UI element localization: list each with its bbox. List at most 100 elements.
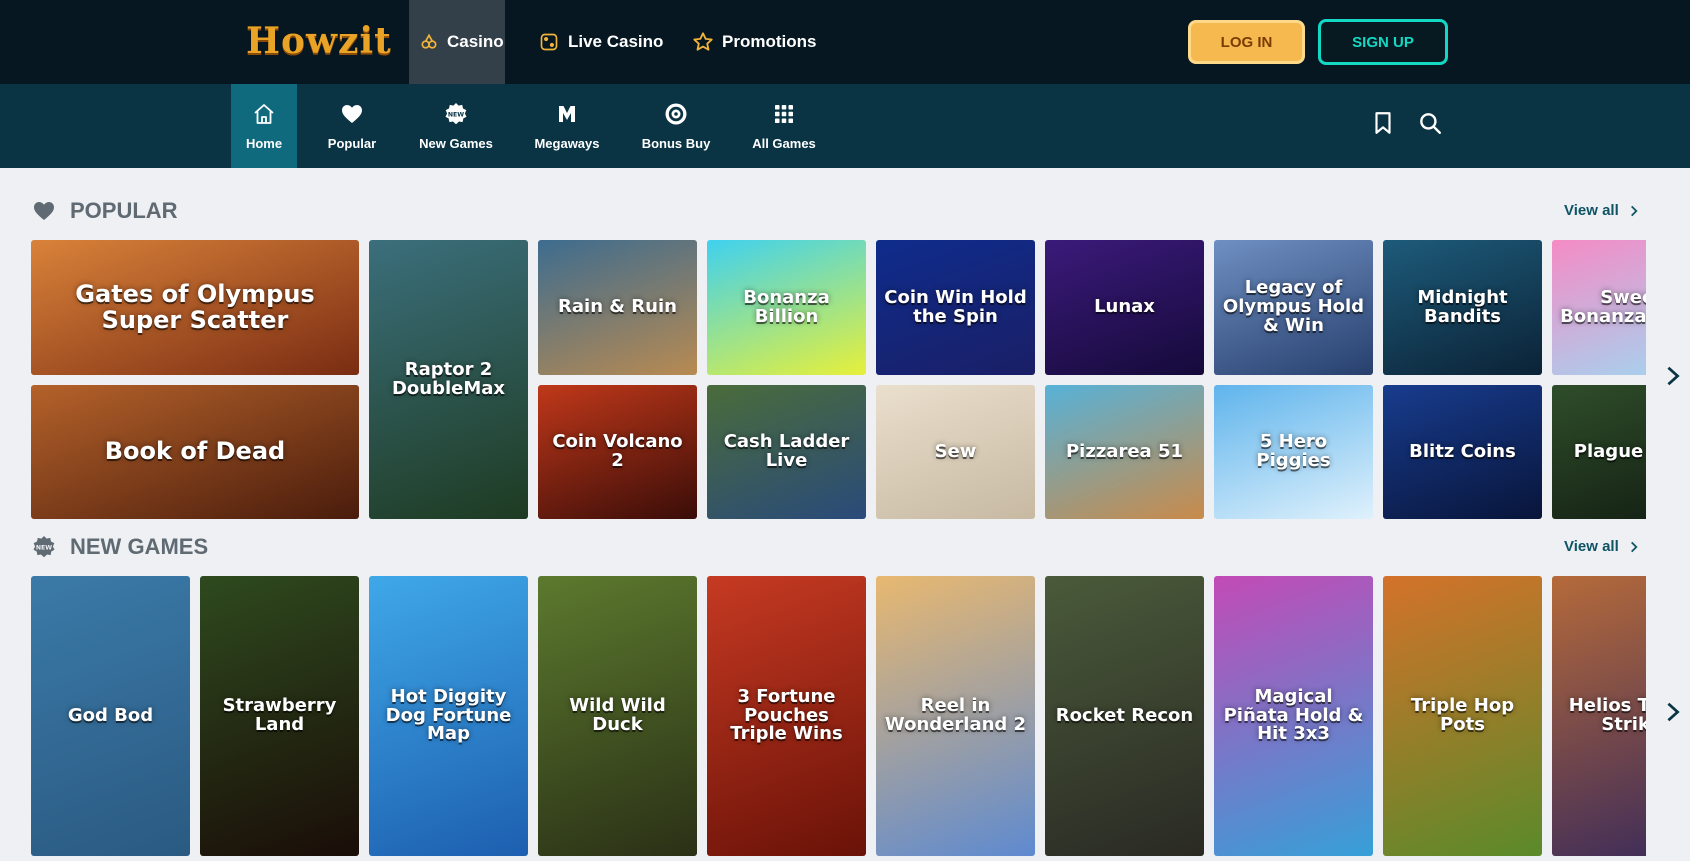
bonus-buy-icon: [665, 103, 687, 124]
game-tile[interactable]: Rain & Ruin: [538, 240, 697, 375]
game-title: Rain & Ruin: [558, 296, 677, 318]
game-tile[interactable]: Helios Triple Strike: [1552, 576, 1646, 856]
bookmark-icon[interactable]: [1370, 110, 1396, 136]
grid-icon: [775, 104, 793, 123]
game-title: Sweet Bonanza 1000: [1560, 286, 1646, 327]
popular-games-carousel: Gates of Olympus Super Scatter Raptor 2 D…: [31, 240, 1646, 520]
category-label: New Games: [419, 135, 493, 151]
game-tile[interactable]: Coin Volcano 2: [538, 385, 697, 519]
login-button[interactable]: LOG IN: [1188, 20, 1305, 64]
game-tile[interactable]: Bonanza Billion: [707, 240, 866, 375]
new-games-carousel: God Bod Strawberry Land Hot Diggity Dog Fo…: [31, 576, 1646, 856]
game-title: Gates of Olympus Super Scatter: [75, 280, 315, 334]
game-tile[interactable]: Lunax: [1045, 240, 1204, 375]
new-games-next-arrow[interactable]: [1659, 692, 1687, 732]
game-title: Magical Piñata Hold & Hit 3x3: [1223, 685, 1364, 745]
category-label: Bonus Buy: [641, 135, 711, 151]
popular-view-all[interactable]: View all: [1564, 202, 1641, 219]
category-label: Home: [245, 135, 283, 151]
game-title: Book of Dead: [104, 437, 286, 466]
view-all-label: View all: [1564, 202, 1619, 219]
category-label: All Games: [752, 135, 816, 151]
category-new-games[interactable]: NEW New Games: [414, 84, 498, 168]
dice-icon: [538, 31, 560, 53]
svg-text:NEW: NEW: [448, 111, 464, 118]
game-tile[interactable]: Coin Win Hold the Spin: [876, 240, 1035, 375]
game-tile[interactable]: Rocket Recon: [1045, 576, 1204, 856]
game-tile[interactable]: Sweet Bonanza 1000: [1552, 240, 1646, 375]
game-title: Sew: [934, 440, 977, 462]
game-tile[interactable]: Strawberry Land: [200, 576, 359, 856]
category-popular[interactable]: Popular: [320, 84, 384, 168]
category-megaways[interactable]: Megaways: [532, 84, 602, 168]
game-tile[interactable]: Hot Diggity Dog Fortune Map: [369, 576, 528, 856]
game-title: 5 Hero Piggies: [1256, 431, 1331, 471]
section-title: POPULAR: [70, 198, 178, 223]
game-tile[interactable]: Plague City: [1552, 385, 1646, 519]
chevron-right-icon: [1630, 541, 1638, 552]
section-title: NEW GAMES: [70, 534, 209, 559]
game-title: Legacy of Olympus Hold & Win: [1222, 277, 1365, 336]
star-icon: [692, 31, 714, 53]
casino-icon: [419, 31, 439, 53]
search-icon[interactable]: [1417, 110, 1443, 136]
game-tile[interactable]: Triple Hop Pots: [1383, 576, 1542, 856]
signup-button[interactable]: SIGN UP: [1318, 19, 1448, 65]
megaways-icon: [559, 105, 575, 122]
category-label: Popular: [327, 135, 377, 151]
game-title: Coin Volcano 2: [552, 431, 683, 471]
game-tile[interactable]: Cash Ladder Live: [707, 385, 866, 519]
game-title: 3 Fortune Pouches Triple Wins: [730, 685, 843, 745]
game-title: Raptor 2 DoubleMax: [391, 358, 506, 399]
game-tile[interactable]: Midnight Bandits: [1383, 240, 1542, 375]
game-tile[interactable]: Raptor 2 DoubleMax: [369, 240, 528, 519]
game-tile[interactable]: 5 Hero Piggies: [1214, 385, 1373, 519]
game-title: Pizzarea 51: [1065, 440, 1183, 462]
category-label: Megaways: [534, 135, 600, 151]
game-title: Wild Wild Duck: [569, 695, 666, 735]
game-tile[interactable]: Reel in Wonderland 2: [876, 576, 1035, 856]
game-title: Coin Win Hold the Spin: [884, 286, 1027, 327]
category-home[interactable]: Home: [231, 84, 297, 168]
popular-header: POPULAR: [32, 198, 178, 224]
game-title: Rocket Recon: [1055, 704, 1194, 726]
home-icon: [254, 103, 274, 124]
nav-tab-casino[interactable]: Casino: [409, 0, 505, 84]
new-badge-icon: NEW: [32, 535, 56, 559]
svg-text:NEW: NEW: [36, 544, 52, 551]
game-title: Strawberry Land: [222, 695, 337, 735]
game-title: Cash Ladder Live: [723, 431, 850, 471]
heart-icon: [342, 104, 362, 123]
nav-tab-live-casino[interactable]: Live Casino: [528, 0, 673, 84]
view-all-label: View all: [1564, 538, 1619, 555]
game-tile[interactable]: Blitz Coins: [1383, 385, 1542, 519]
popular-next-arrow[interactable]: [1659, 356, 1687, 396]
chevron-right-icon: [1630, 205, 1638, 216]
game-tile[interactable]: Wild Wild Duck: [538, 576, 697, 856]
game-tile[interactable]: 3 Fortune Pouches Triple Wins: [707, 576, 866, 856]
game-tile[interactable]: God Bod: [31, 576, 190, 856]
game-tile[interactable]: Pizzarea 51: [1045, 385, 1204, 519]
game-tile[interactable]: Legacy of Olympus Hold & Win: [1214, 240, 1373, 375]
nav-tab-promotions[interactable]: Promotions: [682, 0, 826, 84]
category-all-games[interactable]: All Games: [752, 84, 816, 168]
game-tile[interactable]: Sew: [876, 385, 1035, 519]
category-bonus-buy[interactable]: Bonus Buy: [640, 84, 712, 168]
nav-tab-label: Casino: [447, 32, 504, 51]
new-badge-icon: NEW: [445, 102, 467, 124]
game-title: Bonanza Billion: [743, 286, 830, 327]
game-tile[interactable]: Magical Piñata Hold & Hit 3x3: [1214, 576, 1373, 856]
brand-logo[interactable]: Howzit: [246, 20, 392, 62]
top-bar: Howzit Casino Live Casino Promotions LOG…: [0, 0, 1690, 84]
game-title: Hot Diggity Dog Fortune Map: [385, 685, 512, 745]
new-games-header: NEW NEW GAMES: [32, 534, 208, 560]
game-title: Midnight Bandits: [1417, 286, 1508, 327]
nav-tab-label: Promotions: [722, 32, 817, 51]
heart-icon: [32, 199, 56, 223]
new-games-view-all[interactable]: View all: [1564, 538, 1641, 555]
game-tile[interactable]: Gates of Olympus Super Scatter: [31, 240, 359, 375]
game-title: God Bod: [67, 704, 154, 726]
game-title: Reel in Wonderland 2: [884, 695, 1027, 735]
game-tile[interactable]: Book of Dead: [31, 385, 359, 519]
category-nav: Home Popular NEW New Games Megaways Bonu…: [0, 84, 1690, 168]
